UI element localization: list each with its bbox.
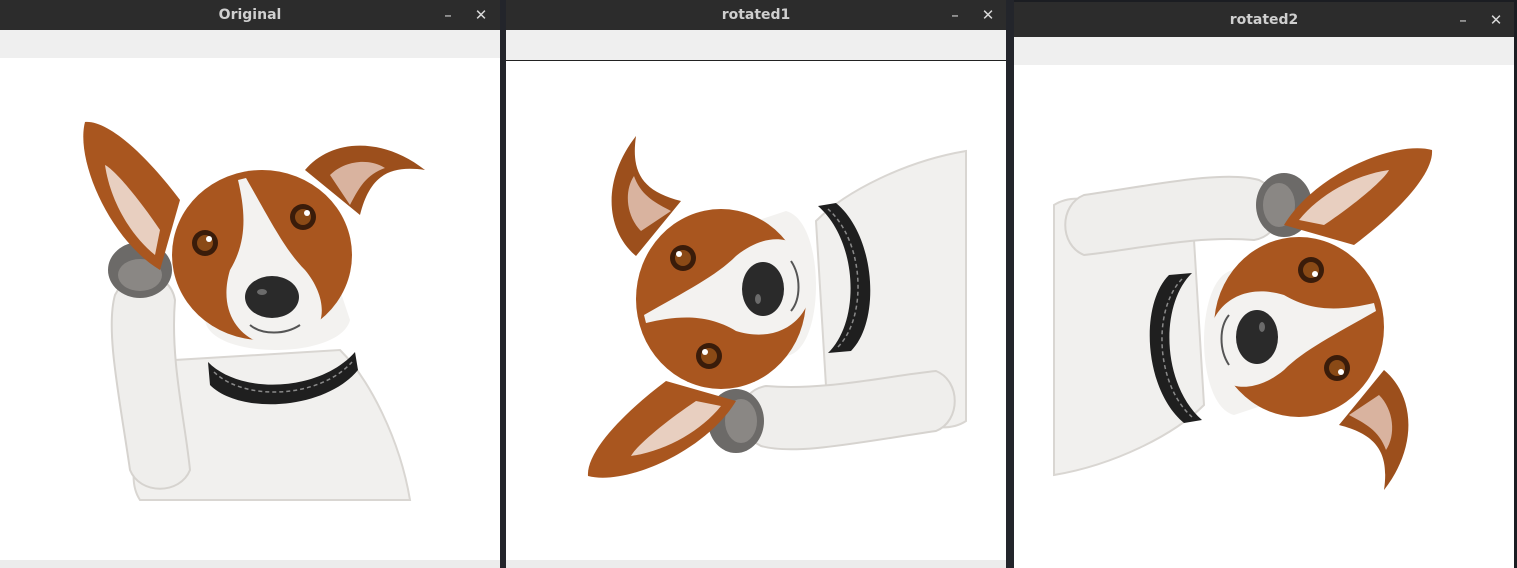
minimize-button[interactable]: – — [942, 0, 968, 30]
window-title: Original — [218, 7, 282, 23]
minimize-button[interactable]: – — [435, 0, 461, 30]
image-canvas — [1014, 65, 1514, 565]
window-original: Original – ✕ — [0, 0, 500, 568]
window-rotated2: rotated2 – ✕ — [1014, 2, 1514, 568]
image-canvas — [0, 58, 500, 558]
titlebar[interactable]: rotated1 — [506, 0, 1006, 30]
toolbar — [0, 30, 500, 58]
minimize-button[interactable]: – — [1450, 2, 1476, 37]
toolbar — [506, 30, 1006, 61]
titlebar[interactable]: Original — [0, 0, 500, 30]
close-button[interactable]: ✕ — [468, 0, 494, 30]
dog-image — [82, 120, 427, 502]
window-title: rotated2 — [1229, 11, 1299, 28]
window-title: rotated1 — [721, 7, 791, 23]
image-canvas — [506, 61, 1006, 561]
close-button[interactable]: ✕ — [975, 0, 1001, 30]
status-strip — [506, 560, 1006, 568]
close-button[interactable]: ✕ — [1483, 2, 1509, 37]
dog-image-rotated-clockwise — [586, 135, 967, 479]
dog-image-rotated-counterclockwise — [1053, 147, 1434, 491]
desktop-gap-2 — [1006, 0, 1014, 568]
window-rotated1: rotated1 – ✕ — [506, 0, 1006, 568]
status-strip — [0, 560, 500, 568]
toolbar — [1014, 37, 1514, 65]
titlebar[interactable]: rotated2 — [1014, 2, 1514, 37]
